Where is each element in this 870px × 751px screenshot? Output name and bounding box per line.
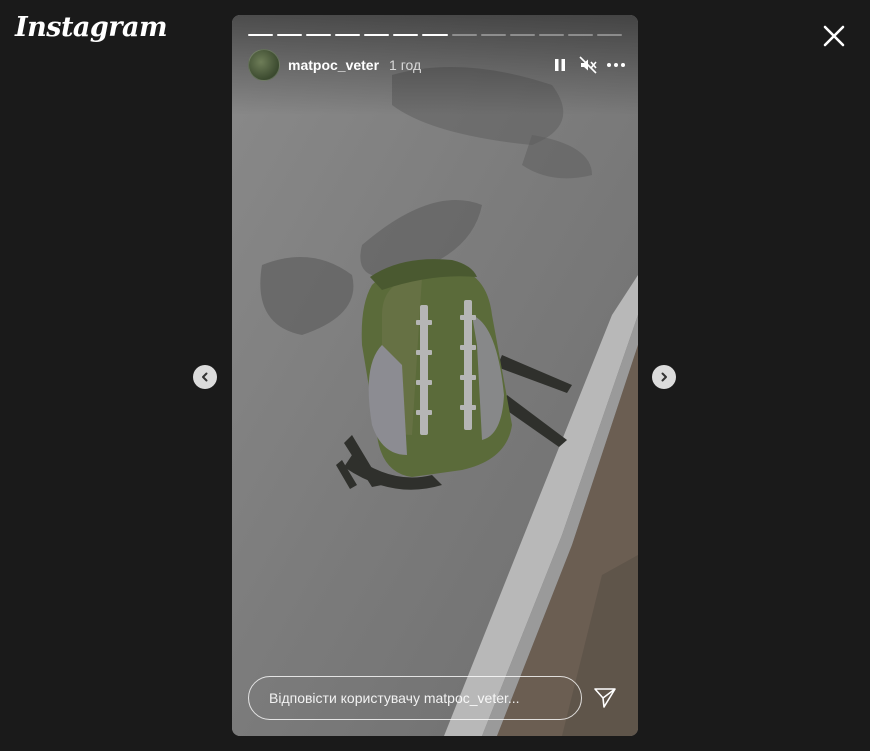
progress-segment bbox=[393, 34, 419, 36]
story-username[interactable]: matpoc_veter bbox=[288, 57, 379, 73]
progress-segment bbox=[509, 34, 535, 36]
story-progress-bar bbox=[248, 34, 623, 36]
story-header: matpoc_veter 1 год bbox=[248, 49, 626, 81]
instagram-logo[interactable]: Instagram bbox=[15, 12, 168, 43]
progress-segment bbox=[335, 34, 361, 36]
progress-segment bbox=[567, 34, 593, 36]
progress-segment bbox=[480, 34, 506, 36]
progress-segment bbox=[277, 34, 303, 36]
previous-story-button[interactable] bbox=[193, 365, 217, 389]
avatar[interactable] bbox=[248, 49, 280, 81]
progress-segment bbox=[451, 34, 477, 36]
chevron-left-icon bbox=[202, 372, 208, 382]
more-options-icon[interactable] bbox=[606, 55, 626, 75]
progress-segment bbox=[364, 34, 390, 36]
next-story-button[interactable] bbox=[652, 365, 676, 389]
close-icon[interactable] bbox=[818, 20, 850, 52]
reply-bar bbox=[248, 676, 622, 720]
progress-segment bbox=[538, 34, 564, 36]
reply-input[interactable] bbox=[248, 676, 582, 720]
progress-segment bbox=[306, 34, 332, 36]
muted-speaker-icon[interactable] bbox=[578, 55, 598, 75]
story-photo bbox=[232, 15, 638, 736]
progress-segment bbox=[596, 34, 623, 36]
send-icon[interactable] bbox=[591, 684, 619, 712]
progress-segment bbox=[248, 34, 274, 36]
story-viewer[interactable]: matpoc_veter 1 год bbox=[232, 15, 638, 736]
chevron-right-icon bbox=[661, 372, 667, 382]
story-timestamp: 1 год bbox=[389, 57, 422, 73]
pause-icon[interactable] bbox=[550, 55, 570, 75]
progress-segment bbox=[422, 34, 448, 36]
story-controls bbox=[550, 55, 626, 75]
